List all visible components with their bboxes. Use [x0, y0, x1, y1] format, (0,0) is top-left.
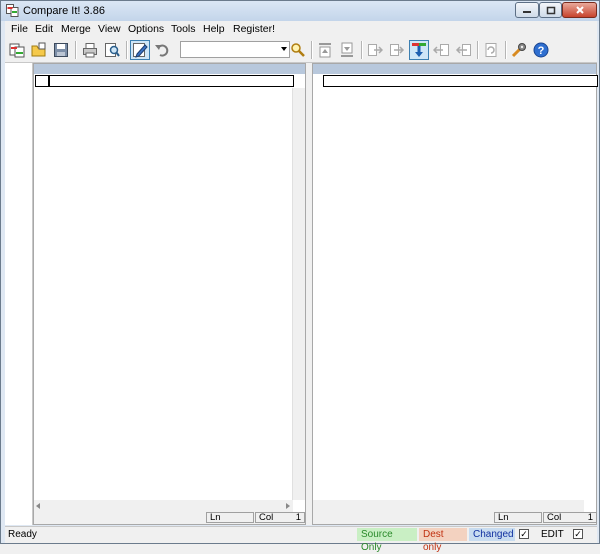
menu-file[interactable]: File [11, 23, 28, 35]
app-window: Compare It! 3.86 File Edit Merge View Op… [0, 0, 600, 553]
refresh-button[interactable] [481, 40, 501, 60]
copy-left-button[interactable] [431, 40, 451, 60]
left-ln-label: Ln [210, 512, 221, 523]
chevron-down-icon[interactable] [281, 47, 287, 51]
left-current-line[interactable] [49, 75, 294, 87]
menu-register[interactable]: Register! [233, 23, 275, 35]
window-title: Compare It! 3.86 [23, 5, 105, 17]
left-pane[interactable]: Ln Col 1 [33, 63, 306, 525]
copy-right-button[interactable] [365, 40, 385, 60]
status-edit-mode: EDIT [541, 529, 564, 540]
left-row-marker [35, 75, 49, 87]
right-ln-label: Ln [498, 512, 509, 523]
menu-bar: File Edit Merge View Options Tools Help … [5, 21, 597, 38]
next-diff-button[interactable] [409, 40, 429, 60]
copy-right-2-button[interactable] [387, 40, 407, 60]
menu-edit[interactable]: Edit [35, 23, 53, 35]
maximize-button[interactable] [539, 2, 562, 18]
right-col-box: Col 1 [543, 512, 597, 523]
last-diff-icon [341, 42, 353, 57]
title-bar[interactable]: Compare It! 3.86 [1, 1, 599, 21]
open-compare-button[interactable] [7, 40, 27, 60]
copy-left-2-button[interactable] [453, 40, 473, 60]
refresh-icon [485, 43, 497, 57]
minimize-icon [523, 11, 531, 13]
print-preview-button[interactable] [102, 40, 122, 60]
first-diff-button[interactable] [315, 40, 335, 60]
print-icon [83, 43, 97, 58]
left-ln-box: Ln [206, 512, 254, 523]
undo-button[interactable] [152, 40, 172, 60]
print-button[interactable] [80, 40, 100, 60]
save-icon [54, 43, 68, 57]
left-pane-status: Ln Col 1 [34, 512, 305, 524]
close-icon [575, 6, 584, 14]
right-horizontal-scrollbar[interactable] [313, 500, 584, 512]
close-button[interactable] [562, 2, 597, 18]
menu-view[interactable]: View [98, 23, 121, 35]
copy-left-icon [433, 44, 449, 56]
scroll-left-icon[interactable] [36, 503, 41, 509]
copy-left-2-icon [455, 44, 471, 56]
search-combo[interactable] [180, 41, 290, 58]
first-diff-icon [319, 43, 331, 58]
toolbar-separator [75, 41, 77, 59]
toolbar-separator [311, 41, 313, 59]
menu-options[interactable]: Options [128, 23, 164, 35]
next-diff-icon [412, 43, 426, 57]
status-checkbox-1[interactable]: ✓ [519, 529, 529, 539]
right-current-line[interactable] [323, 75, 598, 87]
print-preview-icon [105, 43, 120, 57]
legend-dest-only: Dest only [419, 528, 467, 553]
help-button[interactable]: ? [531, 40, 551, 60]
left-col-value: 1 [295, 512, 301, 523]
edit-mode-button[interactable] [130, 40, 150, 60]
toolbar: ? [5, 38, 597, 63]
line-gutter [5, 63, 33, 525]
compare-area: Ln Col 1 Ln Col 1 [5, 63, 598, 525]
copy-right-2-icon [390, 44, 405, 56]
right-ln-box: Ln [494, 512, 542, 523]
find-button[interactable] [288, 40, 308, 60]
right-col-value: 1 [587, 512, 593, 523]
edit-mode-icon [133, 43, 148, 58]
status-checkbox-2[interactable]: ✓ [573, 529, 583, 539]
open-folder-button[interactable] [29, 40, 49, 60]
left-pane-header [34, 64, 305, 74]
legend-source-only: Source Only [357, 528, 417, 553]
legend-changed: Changed [469, 528, 515, 541]
app-icon [6, 4, 19, 17]
left-col-box: Col 1 [255, 512, 305, 523]
maximize-icon [546, 6, 555, 14]
last-diff-button[interactable] [337, 40, 357, 60]
menu-tools[interactable]: Tools [171, 23, 196, 35]
help-icon: ? [533, 42, 549, 58]
toolbar-separator [477, 41, 479, 59]
open-folder-icon [31, 42, 46, 57]
status-ready: Ready [8, 529, 37, 540]
right-pane-header [313, 64, 596, 74]
undo-icon [155, 44, 169, 57]
menu-merge[interactable]: Merge [61, 23, 91, 35]
copy-right-icon [368, 44, 383, 56]
left-col-label: Col [259, 512, 274, 523]
toolbar-separator [126, 41, 128, 59]
status-bar: Ready Source Only Dest only Changed ✓ ED… [5, 526, 597, 553]
left-horizontal-scrollbar[interactable] [34, 500, 293, 512]
toolbar-separator [505, 41, 507, 59]
left-vertical-scrollbar[interactable] [292, 88, 305, 500]
scroll-right-icon[interactable] [286, 503, 291, 509]
settings-button[interactable] [509, 40, 529, 60]
minimize-button[interactable] [515, 2, 539, 18]
save-button[interactable] [51, 40, 71, 60]
right-col-label: Col [547, 512, 562, 523]
right-pane-status: Ln Col 1 [313, 512, 597, 524]
toolbar-separator [361, 41, 363, 59]
menu-help[interactable]: Help [203, 23, 225, 35]
open-compare-icon [9, 43, 25, 58]
settings-icon [511, 43, 526, 58]
right-pane[interactable]: Ln Col 1 [312, 63, 598, 525]
find-icon [291, 43, 305, 57]
svg-text:?: ? [538, 45, 545, 57]
